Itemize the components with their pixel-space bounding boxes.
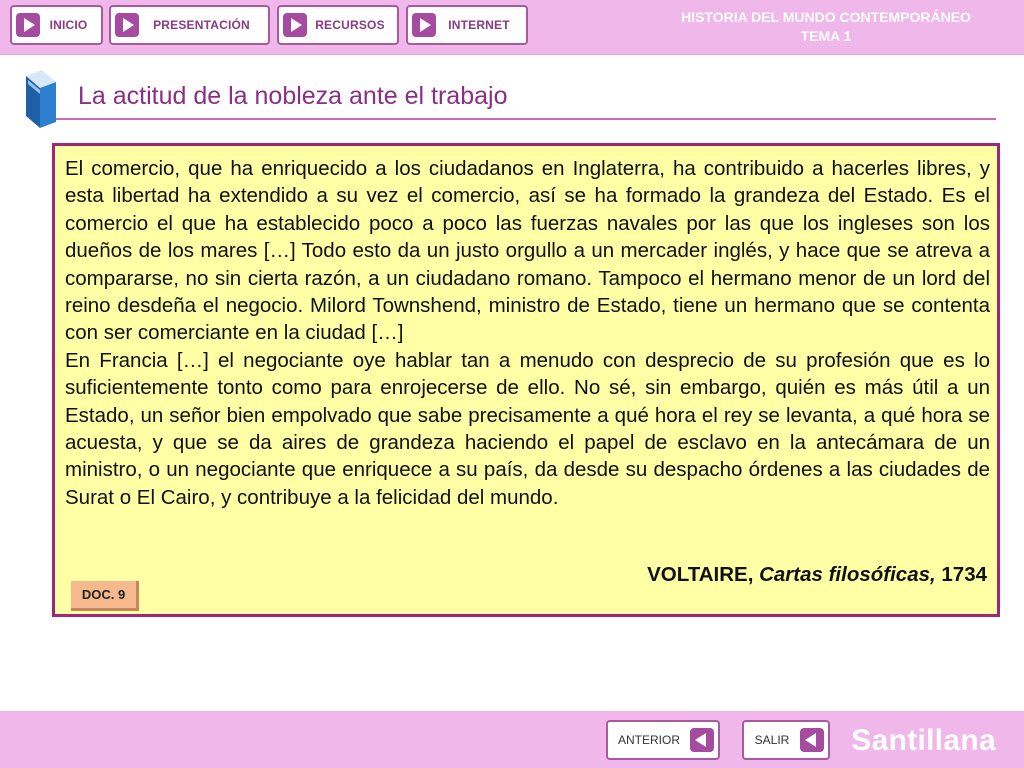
document-paragraph-2: En Francia […] el negociante oye hablar … — [65, 348, 990, 509]
bottom-bar: ANTERIOR SALIR Santillana — [0, 711, 1024, 768]
play-arrow-icon — [283, 13, 307, 37]
page-title: La actitud de la nobleza ante el trabajo — [78, 82, 508, 110]
course-title: HISTORIA DEL MUNDO CONTEMPORÁNEO — [681, 9, 971, 25]
document-box: El comercio, que ha enriquecido a los ci… — [52, 143, 1000, 617]
course-topic: TEMA 1 — [800, 28, 852, 44]
inicio-label: INICIO — [49, 18, 88, 32]
play-arrow-icon — [412, 13, 436, 37]
salir-button[interactable]: SALIR — [742, 720, 830, 760]
play-arrow-icon — [115, 13, 139, 37]
back-arrow-icon — [800, 728, 824, 752]
publisher-logo: Santillana — [851, 724, 996, 757]
presentacion-button[interactable]: PRESENTACIÓN — [109, 5, 270, 45]
salir-label: SALIR — [754, 733, 790, 747]
source-year: 1734 — [941, 563, 987, 586]
internet-button[interactable]: INTERNET — [406, 5, 528, 45]
top-navigation-bar: INICIO PRESENTACIÓN RECURSOS INTERNET HI… — [0, 0, 1024, 55]
document-paragraph-1: El comercio, que ha enriquecido a los ci… — [65, 157, 990, 345]
course-header: HISTORIA DEL MUNDO CONTEMPORÁNEO TEMA 1 — [666, 8, 986, 46]
back-arrow-icon — [690, 728, 714, 752]
recursos-button[interactable]: RECURSOS — [277, 5, 399, 45]
source-attribution: VOLTAIRE, Cartas filosóficas, 1734 — [647, 563, 987, 587]
presentacion-label: PRESENTACIÓN — [153, 18, 250, 32]
title-divider — [56, 118, 996, 120]
source-author: VOLTAIRE, — [647, 563, 754, 586]
book-icon — [26, 70, 56, 128]
anterior-label: ANTERIOR — [617, 733, 680, 747]
play-arrow-icon — [16, 13, 40, 37]
source-work: Cartas filosóficas, — [759, 563, 936, 586]
internet-label: INTERNET — [448, 18, 510, 32]
document-number-badge: DOC. 9 — [71, 581, 139, 611]
anterior-button[interactable]: ANTERIOR — [606, 720, 720, 760]
recursos-label: RECURSOS — [315, 18, 385, 32]
document-text: El comercio, que ha enriquecido a los ci… — [65, 155, 990, 511]
inicio-button[interactable]: INICIO — [10, 5, 103, 45]
